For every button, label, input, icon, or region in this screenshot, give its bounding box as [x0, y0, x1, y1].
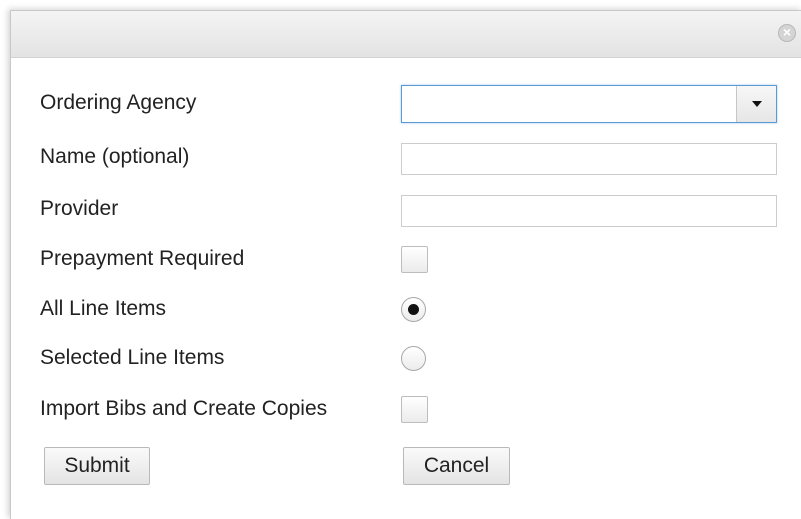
name-input[interactable]	[401, 143, 777, 175]
close-icon[interactable]: ×	[778, 24, 796, 42]
dialog-titlebar: ×	[11, 11, 801, 58]
import-bibs-label: Import Bibs and Create Copies	[40, 397, 328, 420]
name-label: Name (optional)	[40, 145, 190, 168]
import-bibs-checkbox[interactable]	[401, 396, 428, 423]
provider-label: Provider	[40, 197, 119, 220]
selected-line-items-label: Selected Line Items	[40, 346, 225, 369]
prepayment-label: Prepayment Required	[40, 247, 245, 270]
prepayment-checkbox[interactable]	[401, 246, 428, 273]
provider-input[interactable]	[401, 195, 777, 227]
cancel-button[interactable]: Cancel	[403, 447, 510, 485]
chevron-down-icon[interactable]	[736, 86, 776, 122]
submit-button[interactable]: Submit	[44, 447, 150, 485]
selected-line-items-radio[interactable]	[401, 346, 426, 371]
all-line-items-radio[interactable]	[401, 297, 426, 322]
dialog: × Ordering Agency Name (optional) Provid…	[10, 10, 801, 519]
ordering-agency-select[interactable]	[401, 85, 777, 123]
all-line-items-label: All Line Items	[40, 297, 167, 320]
ordering-agency-label: Ordering Agency	[40, 91, 197, 114]
